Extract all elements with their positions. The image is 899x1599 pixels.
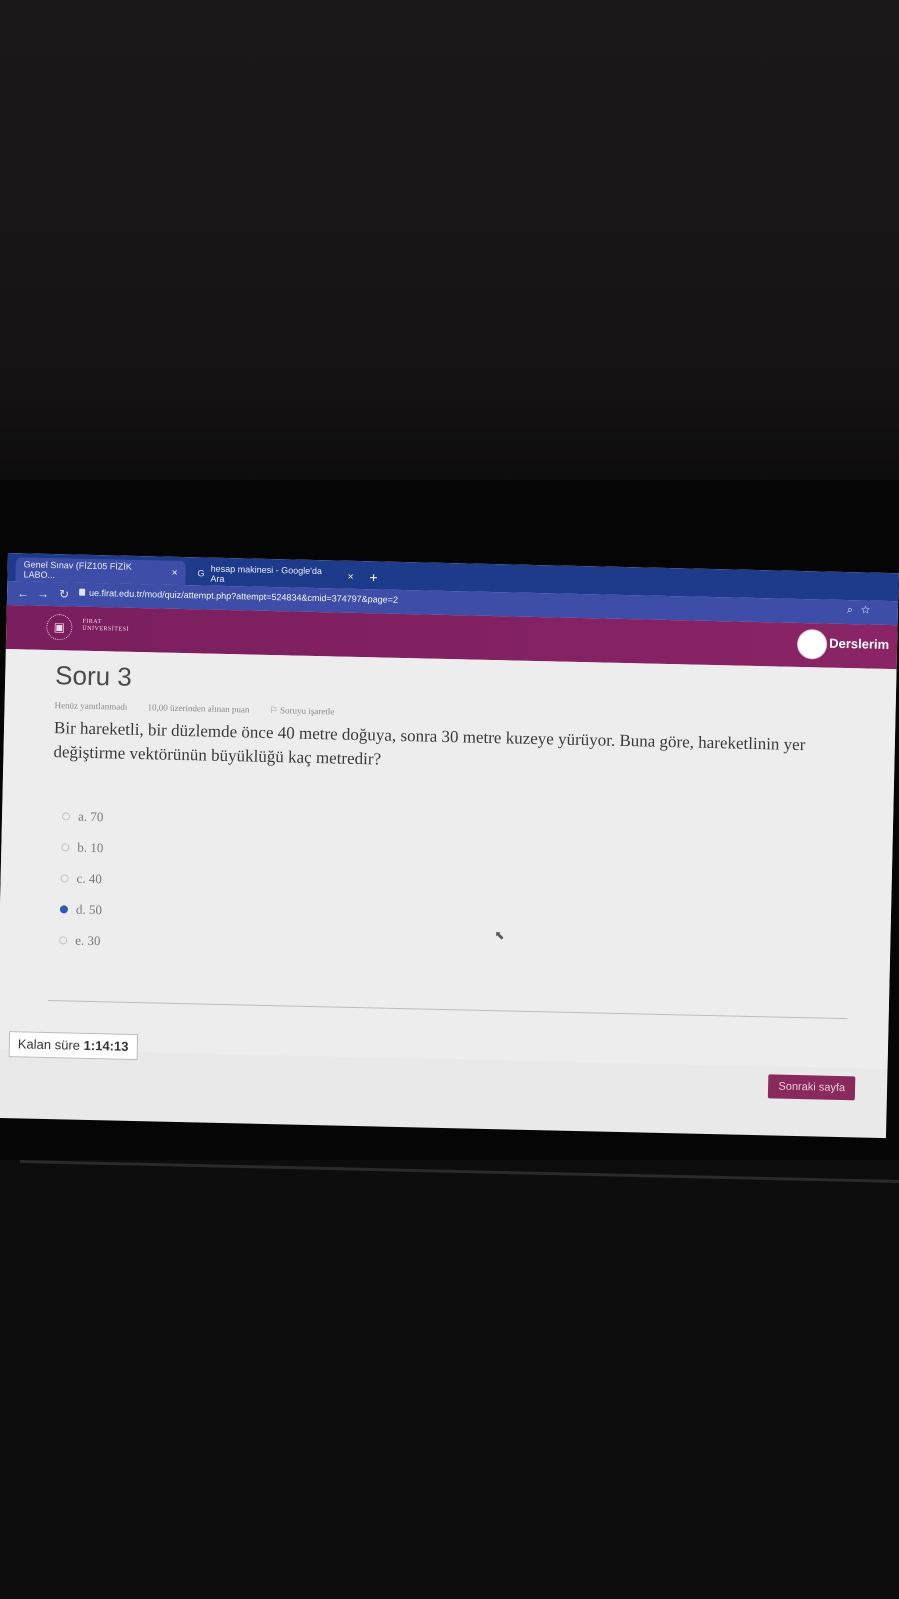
laptop-screen: Genel Sınav (FİZ105 FİZİK LABO... × G he… (0, 553, 899, 1139)
new-tab-button[interactable]: + (369, 569, 378, 585)
answer-option-c[interactable]: c. 40 (60, 862, 103, 894)
url-field[interactable]: ue.firat.edu.tr/mod/quiz/attempt.php?att… (89, 588, 398, 605)
question-status: Henüz yanıtlanmadı (54, 700, 128, 712)
university-seal-icon: ▣ (46, 613, 73, 641)
divider (47, 1000, 848, 1020)
tab-calculator-label: hesap makinesi - Google'da Ara (210, 563, 323, 584)
reload-icon[interactable]: ↻ (59, 587, 69, 601)
google-icon: G (197, 568, 205, 579)
derslerim-link[interactable]: Derslerim (829, 636, 889, 652)
mouse-cursor-icon: ⬉ (494, 928, 505, 943)
forward-icon[interactable]: → (37, 587, 49, 601)
close-icon[interactable]: × (172, 567, 178, 578)
laptop-edge (19, 1160, 899, 1183)
question-meta: Henüz yanıtlanmadı 10,00 üzerinden alına… (54, 700, 370, 718)
answer-option-b[interactable]: b. 10 (61, 831, 104, 863)
answer-option-e[interactable]: e. 30 (59, 924, 102, 956)
lock-icon (79, 588, 86, 596)
quiz-content: Soru 3 Henüz yanıtlanmadı 10,00 üzerinde… (0, 648, 897, 1101)
radio-button[interactable] (61, 842, 70, 851)
radio-button[interactable] (59, 935, 68, 944)
answer-option-a[interactable]: a. 70 (61, 800, 105, 832)
answer-list: a. 70 b. 10 c. 40 d. 50 e. 30 (59, 800, 105, 956)
background-wall (0, 0, 899, 500)
toolbar-icons[interactable]: ⌕☆ (847, 604, 878, 618)
question-points: 10,00 üzerinden alınan puan (147, 702, 250, 715)
avatar[interactable] (796, 628, 828, 660)
back-icon[interactable]: ← (17, 586, 29, 600)
flag-question-link[interactable]: ⚐ Soruyu işaretle (270, 705, 353, 717)
close-icon[interactable]: × (348, 571, 354, 582)
next-page-button[interactable]: Sonraki sayfa (768, 1074, 856, 1101)
tab-quiz-label: Genel Sınav (FİZ105 FİZİK LABO... (23, 559, 132, 581)
university-logo: FIRAT ÜNİVERSİTESİ (82, 618, 130, 633)
answer-option-d[interactable]: d. 50 (59, 893, 103, 925)
radio-button[interactable] (61, 811, 71, 820)
radio-button-selected[interactable] (59, 904, 69, 913)
question-text: Bir hareketli, bir düzlemde önce 40 metr… (53, 718, 806, 769)
radio-button[interactable] (60, 873, 69, 882)
question-title: Soru 3 (54, 660, 133, 692)
quiz-timer: Kalan süre 1:14:13 (8, 1031, 138, 1061)
